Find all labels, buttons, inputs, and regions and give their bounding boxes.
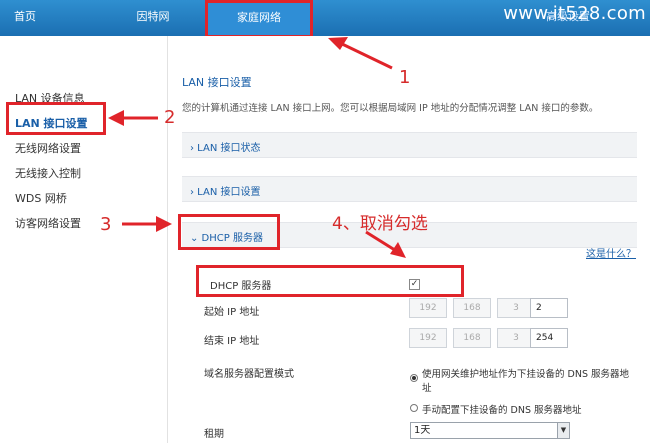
dns-option-manual-text: 手动配置下挂设备的 DNS 服务器地址	[422, 405, 582, 416]
start-ip-octet-4-input[interactable]: 2	[530, 298, 568, 318]
site-watermark: www.it528.com	[503, 3, 646, 24]
end-ip-octet-2: 168	[453, 328, 491, 348]
page-title: LAN 接口设置	[182, 76, 252, 89]
sidebar: LAN 设备信息 LAN 接口设置 无线网络设置 无线接入控制 WDS 网桥 访…	[0, 36, 165, 443]
nav-home-network-tab[interactable]: 家庭网络	[205, 0, 313, 38]
chevron-down-icon: ▼	[557, 423, 569, 438]
dhcp-server-checkbox[interactable]: ✓	[409, 279, 420, 290]
annotation-step-4-text: 4、取消勾选	[332, 214, 428, 234]
dhcp-server-label: DHCP 服务器	[210, 281, 272, 292]
start-ip-octet-1: 192	[409, 298, 447, 318]
sidebar-item-wireless-settings[interactable]: 无线网络设置	[15, 140, 81, 156]
section-lan-settings-label: › LAN 接口设置	[190, 187, 261, 198]
nav-home-tab[interactable]: 首页	[0, 0, 50, 36]
end-ip-octet-1: 192	[409, 328, 447, 348]
annotation-box-sidebar	[6, 102, 106, 135]
sidebar-item-wireless-access-control[interactable]: 无线接入控制	[15, 165, 81, 181]
main-panel: LAN 接口设置 您的计算机通过连接 LAN 接口上网。您可以根据局域网 IP …	[167, 36, 650, 443]
dns-option-gateway-text-2: 址	[422, 383, 432, 394]
sidebar-item-wds-bridge[interactable]: WDS 网桥	[15, 190, 67, 206]
dns-option-gateway-radio[interactable]	[410, 374, 418, 382]
section-lan-settings[interactable]: › LAN 接口设置	[182, 176, 637, 202]
page-description: 您的计算机通过连接 LAN 接口上网。您可以根据局域网 IP 地址的分配情况调整…	[182, 103, 599, 114]
section-lan-status[interactable]: › LAN 接口状态	[182, 132, 637, 158]
start-ip-label: 起始 IP 地址	[204, 307, 260, 318]
help-link[interactable]: 这是什么？	[586, 245, 636, 260]
annotation-number-3: 3	[100, 214, 112, 235]
dns-mode-label: 域名服务器配置模式	[204, 369, 294, 380]
annotation-number-2: 2	[164, 107, 176, 128]
end-ip-octet-4-input[interactable]: 254	[530, 328, 568, 348]
start-ip-octet-2: 168	[453, 298, 491, 318]
dns-option-gateway-text-1: 使用网关维护地址作为下挂设备的 DNS 服务器地	[422, 369, 629, 380]
annotation-number-1: 1	[399, 67, 411, 88]
annotation-box-dhcp-section	[178, 214, 280, 250]
top-nav-bar: 首页 因特网 家庭网络 高级设置 www.it528.com	[0, 0, 650, 38]
lease-select[interactable]: 1天 ▼	[410, 422, 570, 439]
section-lan-status-label: › LAN 接口状态	[190, 143, 261, 154]
sidebar-item-guest-network[interactable]: 访客网络设置	[15, 215, 81, 231]
nav-internet-tab[interactable]: 因特网	[118, 0, 188, 36]
lease-selected-value: 1天	[414, 425, 431, 436]
end-ip-label: 结束 IP 地址	[204, 336, 260, 347]
lease-label: 租期	[204, 429, 224, 440]
dns-option-manual-radio[interactable]	[410, 404, 418, 412]
